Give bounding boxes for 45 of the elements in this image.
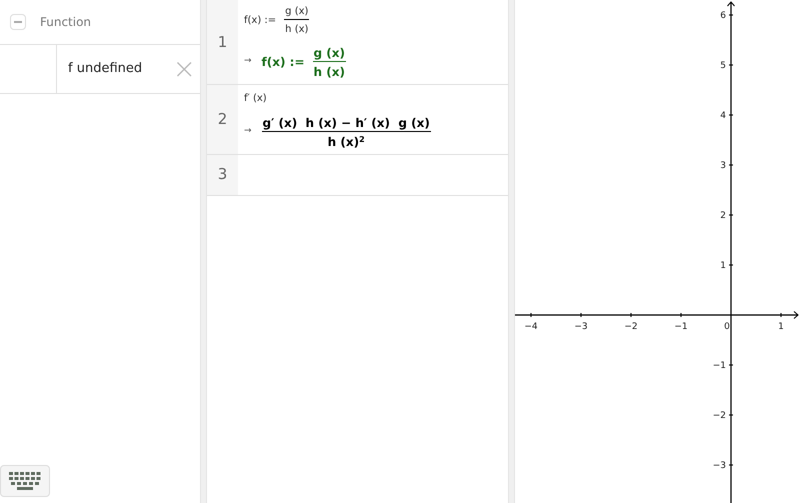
tick-mark [728,14,734,16]
keyboard-icon [8,471,42,491]
tick-mark [728,164,734,166]
result-arrow: → [244,124,252,138]
tick-label: −2 [712,411,726,421]
formula-lhs: f(x) := [262,54,305,70]
tick-label: 6 [720,11,726,21]
tick-mark [630,312,632,318]
fraction: g (x) h (x) [284,6,310,36]
formula-text: f′ (x) [244,92,268,106]
tick-label: 1 [778,322,784,332]
tick-mark [680,312,682,318]
tick-label: 5 [720,61,726,71]
tick-mark [580,312,582,318]
tick-mark [728,364,734,366]
tick-mark [728,264,734,266]
row-number: 1 [218,32,228,52]
tick-mark [728,114,734,116]
tick-label: −1 [674,322,688,332]
result-arrow: → [244,54,252,68]
tick-label: −1 [712,361,726,371]
collapse-button[interactable] [10,14,26,30]
tick-label: 3 [720,161,726,171]
fraction: g′ (x) h (x) − h′ (x) g (x) h (x)$^{2}$ [262,116,431,148]
tick-mark [728,214,734,216]
tick-label: 4 [720,111,726,121]
tick-mark [728,464,734,466]
row-number: 3 [218,164,228,186]
tick-label: −2 [624,322,638,332]
tick-label: 1 [720,261,726,271]
tick-mark [728,64,734,66]
fraction: g (x) h (x) [312,46,346,78]
tick-label: 2 [720,211,726,221]
row-number: 2 [218,108,228,130]
tick-mark [728,414,734,416]
keyboard-button[interactable] [0,465,50,497]
tick-label: −4 [524,322,538,332]
object-definition[interactable]: f undefined [68,59,142,79]
group-label: Function [40,14,92,31]
tick-label: −3 [712,461,726,471]
formula-lhs: f(x) := [244,14,276,28]
tick-label: −3 [574,322,588,332]
tick-mark [780,312,782,318]
tick-label: 0 [724,322,730,332]
tick-mark [530,312,532,318]
